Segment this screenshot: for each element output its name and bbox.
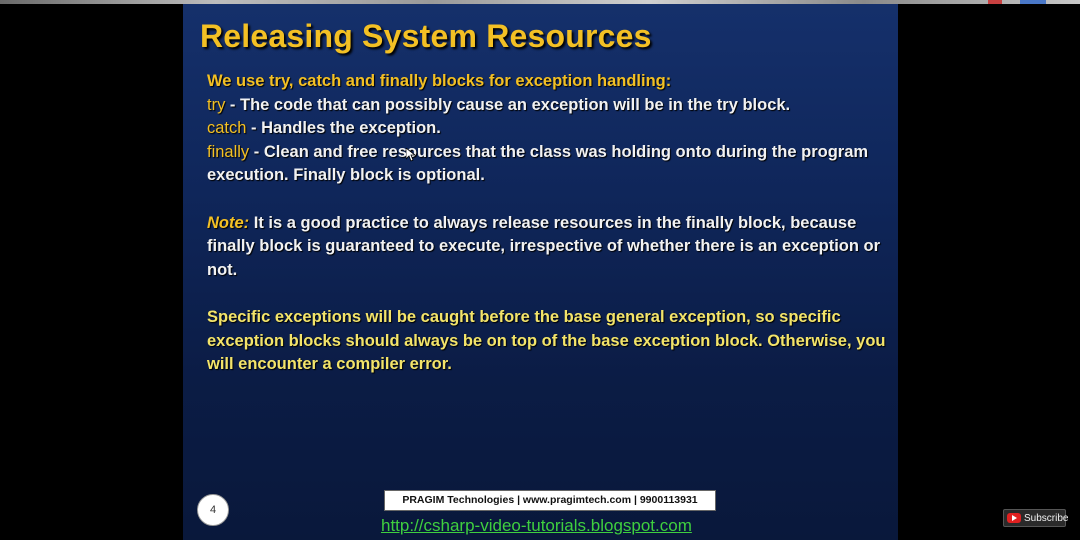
catch-description: - Handles the exception.: [246, 119, 441, 138]
slide-page-number: 4: [197, 494, 229, 526]
slide-title: Releasing System Resources: [200, 18, 652, 54]
try-description: - The code that can possibly cause an ex…: [225, 95, 791, 114]
intro-line: We use try, catch and finally blocks for…: [207, 72, 672, 90]
note-paragraph: Note: It is a good practice to always re…: [207, 212, 887, 283]
catch-item: catch - Handles the exception.: [207, 117, 887, 141]
footer-blog-link[interactable]: http://csharp-video-tutorials.blogspot.c…: [381, 516, 692, 536]
note-text: It is a good practice to always release …: [207, 213, 881, 279]
finally-item: finally - Clean and free resources that …: [207, 141, 887, 188]
window-control-red[interactable]: [988, 0, 1002, 4]
subscribe-button[interactable]: Subscribe: [1003, 509, 1069, 527]
window-control-blue[interactable]: [1020, 0, 1046, 4]
presentation-slide: Releasing System Resources We use try, c…: [183, 4, 898, 540]
catch-keyword: catch: [207, 119, 247, 138]
finally-description: - Clean and free resources that the clas…: [207, 142, 869, 185]
slide-body: We use try, catch and finally blocks for…: [207, 70, 887, 377]
mouse-cursor-icon: [406, 148, 416, 162]
footer-company-info: PRAGIM Technologies | www.pragimtech.com…: [384, 490, 716, 511]
subscribe-label: Subscribe: [1024, 512, 1069, 524]
youtube-icon: [1007, 513, 1021, 523]
try-keyword: try: [207, 95, 226, 114]
finally-keyword: finally: [207, 142, 250, 161]
note-label: Note:: [207, 213, 250, 232]
try-item: try - The code that can possibly cause a…: [207, 94, 887, 118]
specific-exceptions-paragraph: Specific exceptions will be caught befor…: [207, 307, 886, 374]
